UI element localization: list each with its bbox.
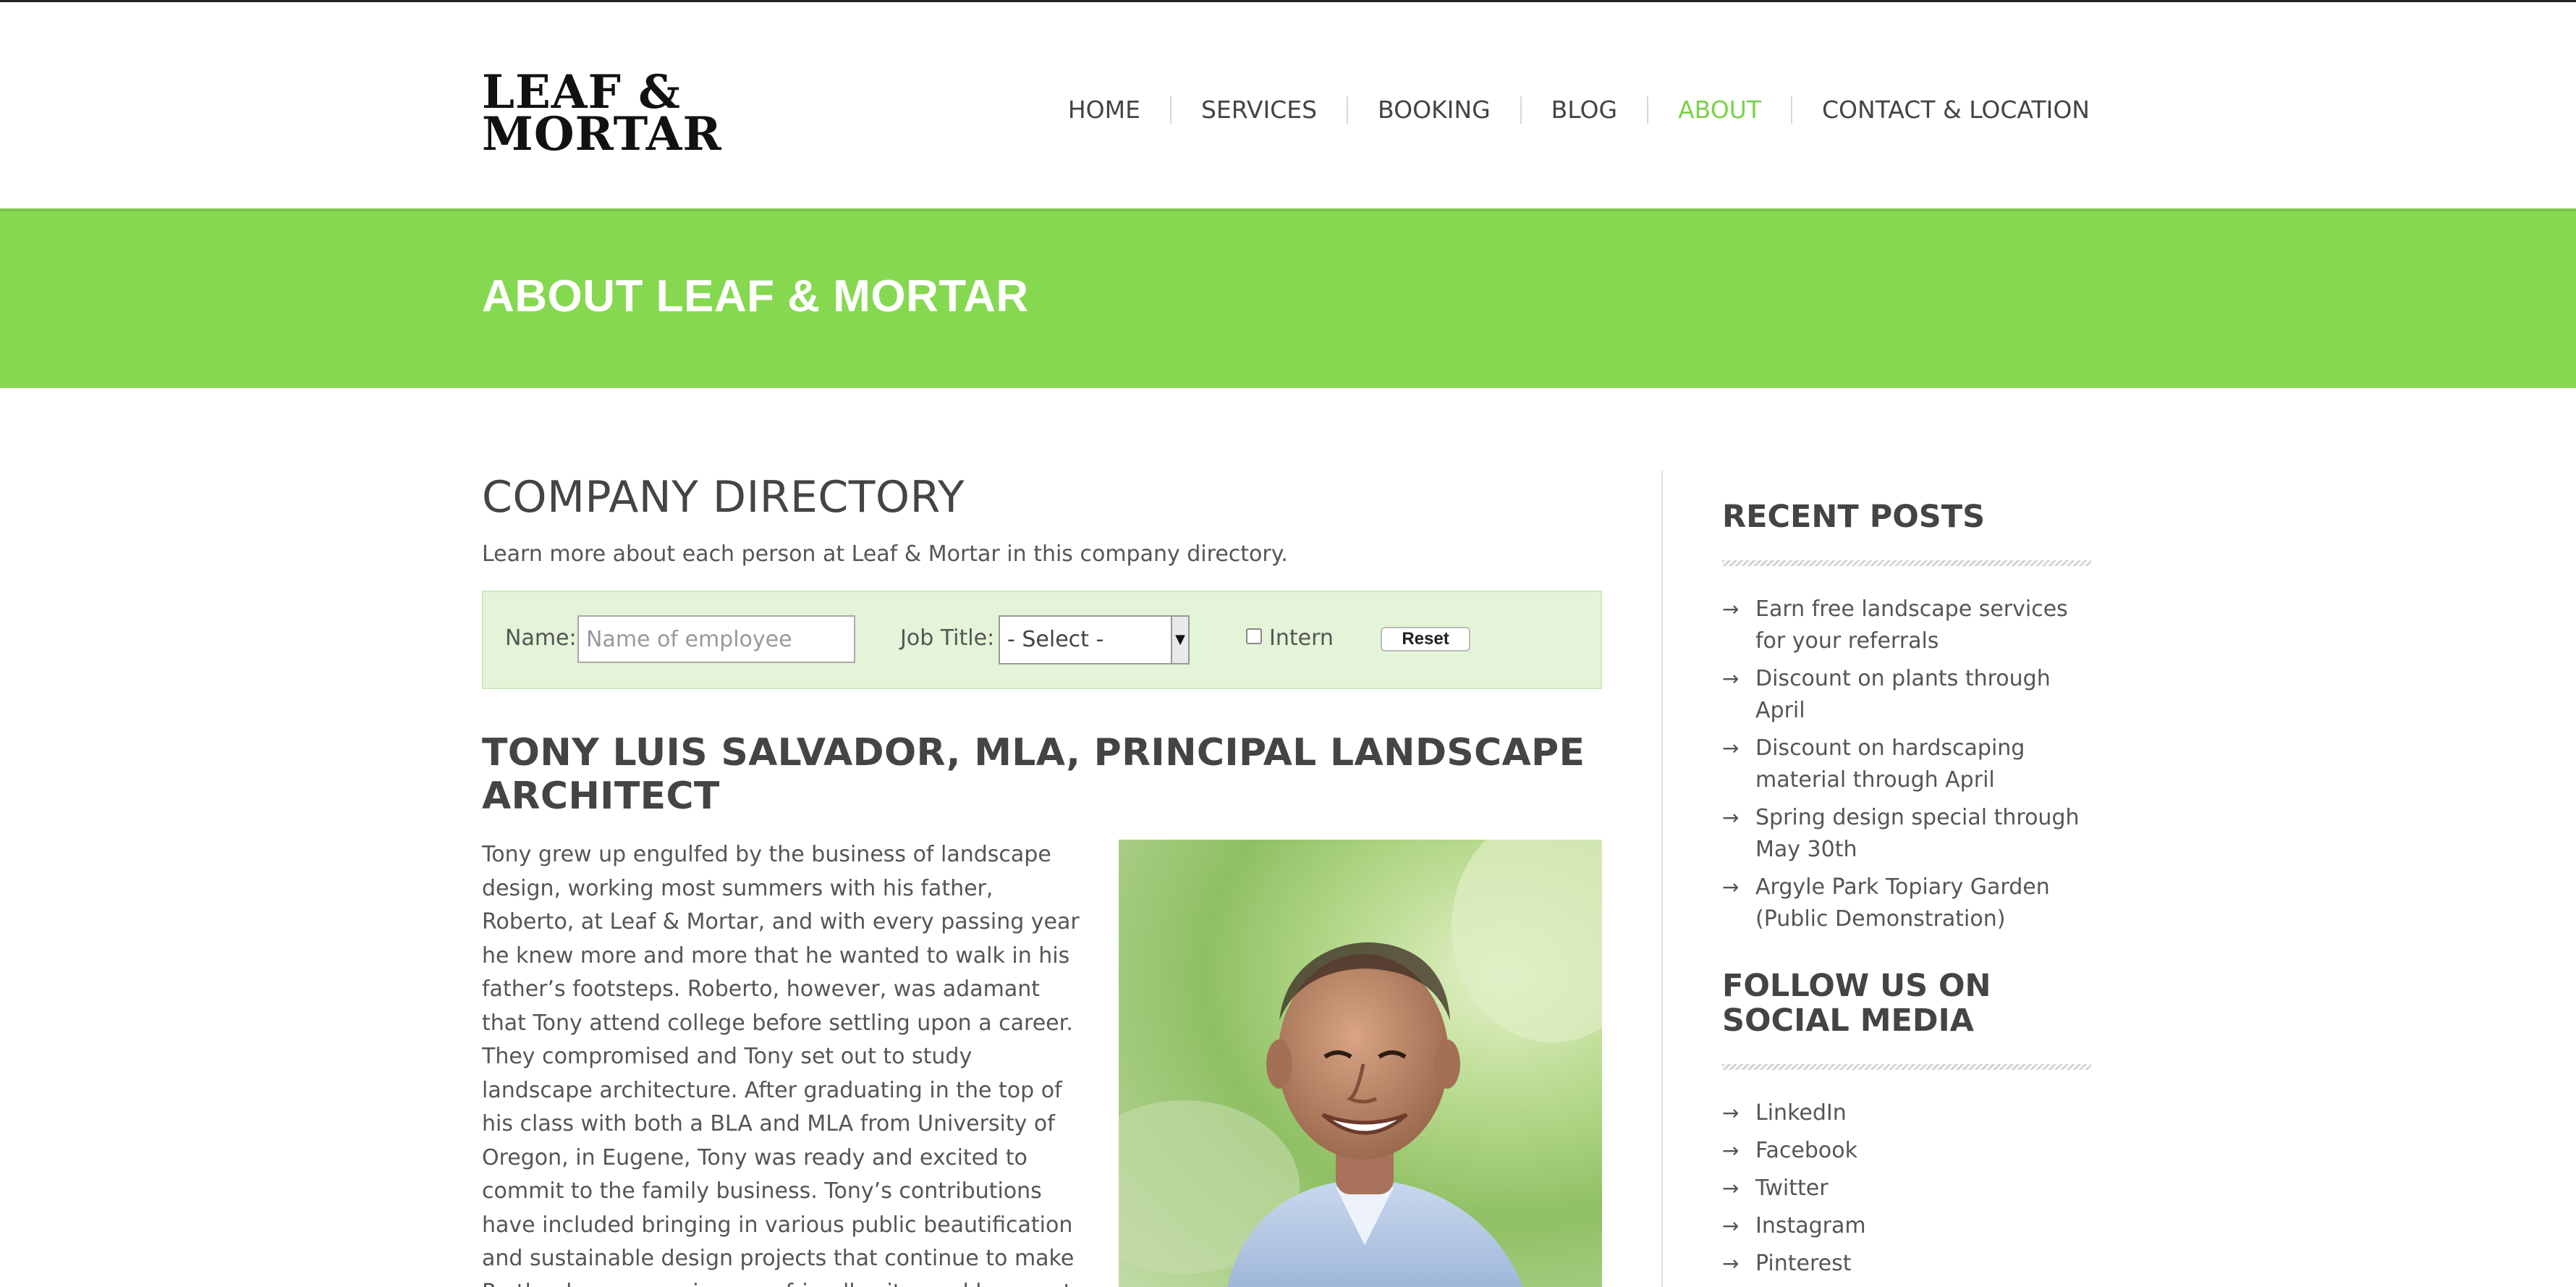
page-banner: ABOUT LEAF & MORTAR bbox=[0, 208, 2576, 388]
recent-post-link[interactable]: Discount on hardscaping material through… bbox=[1755, 733, 2091, 796]
list-item[interactable]: → Twitter bbox=[1722, 1173, 2091, 1204]
nav-item-contact-location[interactable]: CONTACT & LOCATION bbox=[1791, 96, 2090, 124]
intro-text: Learn more about each person at Leaf & M… bbox=[482, 541, 1288, 567]
sidebar-divider bbox=[1661, 471, 1663, 1287]
person-entry: Tony grew up engulfed by the business of… bbox=[482, 840, 1602, 1287]
zigzag-divider bbox=[1722, 560, 2091, 566]
person-portrait-illustration bbox=[1119, 840, 1602, 1287]
job-title-selected-value: - Select - bbox=[1007, 627, 1104, 652]
main-content: COMPANY DIRECTORY Learn more about each … bbox=[482, 471, 1602, 1287]
list-item[interactable]: → Earn free landscape services for your r… bbox=[1722, 594, 2091, 657]
nav-item-services[interactable]: SERVICES bbox=[1169, 96, 1347, 124]
list-item[interactable]: → LinkedIn bbox=[1722, 1097, 2091, 1129]
social-heading: FOLLOW US ON SOCIAL MEDIA bbox=[1722, 968, 1991, 1039]
dropdown-arrow-icon[interactable]: ▼ bbox=[1171, 617, 1188, 663]
person-heading: TONY LUIS SALVADOR, MLA, PRINCIPAL LANDS… bbox=[482, 731, 1585, 818]
intern-checkbox[interactable] bbox=[1246, 628, 1262, 644]
list-item[interactable]: → Discount on plants through April bbox=[1722, 663, 2091, 727]
recent-posts-heading: RECENT POSTS bbox=[1722, 499, 1986, 535]
logo-line-2: MORTAR bbox=[482, 107, 722, 161]
sidebar: RECENT POSTS → Earn free landscape servic… bbox=[1722, 499, 2091, 1286]
reset-button[interactable]: Reset bbox=[1381, 627, 1470, 651]
job-title-label: Job Title: bbox=[900, 625, 995, 651]
zigzag-divider bbox=[1722, 1064, 2091, 1070]
list-item[interactable]: → Spring design special through May 30th bbox=[1722, 802, 2091, 866]
recent-post-link[interactable]: Spring design special through May 30th bbox=[1755, 802, 2091, 866]
main-nav: HOME SERVICES BOOKING BLOG ABOUT CONTACT… bbox=[1038, 95, 2090, 125]
social-link-twitter[interactable]: Twitter bbox=[1755, 1173, 2091, 1204]
nav-item-booking[interactable]: BOOKING bbox=[1347, 96, 1520, 124]
arrow-right-icon: → bbox=[1722, 875, 1740, 899]
arrow-right-icon: → bbox=[1722, 1101, 1740, 1125]
nav-item-about[interactable]: ABOUT bbox=[1647, 96, 1791, 124]
social-link-pinterest[interactable]: Pinterest bbox=[1755, 1248, 2091, 1280]
page: LEAF & MORTAR HOME SERVICES BOOKING BLOG… bbox=[0, 0, 2576, 1287]
nav-item-blog[interactable]: BLOG bbox=[1520, 96, 1647, 124]
social-link-linkedin[interactable]: LinkedIn bbox=[1755, 1097, 2091, 1129]
directory-filter: Name: Job Title: - Select - ▼ Intern Res… bbox=[482, 591, 1602, 689]
social-links-list: → LinkedIn → Facebook → Twitter → Instagram … bbox=[1722, 1097, 2091, 1280]
arrow-right-icon: → bbox=[1722, 667, 1740, 691]
social-link-facebook[interactable]: Facebook bbox=[1755, 1135, 2091, 1167]
list-item[interactable]: → Discount on hardscaping material throug… bbox=[1722, 733, 2091, 796]
arrow-right-icon: → bbox=[1722, 736, 1740, 760]
page-title: ABOUT LEAF & MORTAR bbox=[482, 271, 1029, 321]
name-label: Name: bbox=[505, 625, 577, 651]
list-item[interactable]: → Instagram bbox=[1722, 1210, 2091, 1242]
nav-item-home[interactable]: HOME bbox=[1038, 96, 1170, 124]
arrow-right-icon: → bbox=[1722, 1214, 1740, 1238]
site-header: LEAF & MORTAR HOME SERVICES BOOKING BLOG… bbox=[0, 0, 2576, 208]
list-item[interactable]: → Facebook bbox=[1722, 1135, 2091, 1167]
recent-post-link[interactable]: Discount on plants through April bbox=[1755, 663, 2091, 727]
social-link-instagram[interactable]: Instagram bbox=[1755, 1210, 2091, 1242]
recent-posts-list: → Earn free landscape services for your r… bbox=[1722, 594, 2091, 935]
recent-post-link[interactable]: Argyle Park Topiary Garden (Public Demon… bbox=[1755, 872, 2091, 935]
intern-label[interactable]: Intern bbox=[1269, 625, 1334, 651]
list-item[interactable]: → Pinterest bbox=[1722, 1248, 2091, 1280]
person-bio: Tony grew up engulfed by the business of… bbox=[482, 842, 1080, 1287]
arrow-right-icon: → bbox=[1722, 1252, 1740, 1275]
person-photo bbox=[1119, 840, 1602, 1287]
name-search-input[interactable] bbox=[577, 615, 855, 663]
job-title-select[interactable]: - Select - ▼ bbox=[999, 615, 1190, 664]
section-heading: COMPANY DIRECTORY bbox=[482, 472, 965, 523]
site-logo[interactable]: LEAF & MORTAR bbox=[482, 69, 722, 161]
arrow-right-icon: → bbox=[1722, 597, 1740, 621]
arrow-right-icon: → bbox=[1722, 1176, 1740, 1200]
arrow-right-icon: → bbox=[1722, 806, 1740, 830]
list-item[interactable]: → Argyle Park Topiary Garden (Public Demo… bbox=[1722, 872, 2091, 935]
arrow-right-icon: → bbox=[1722, 1139, 1740, 1162]
recent-post-link[interactable]: Earn free landscape services for your re… bbox=[1755, 594, 2091, 657]
